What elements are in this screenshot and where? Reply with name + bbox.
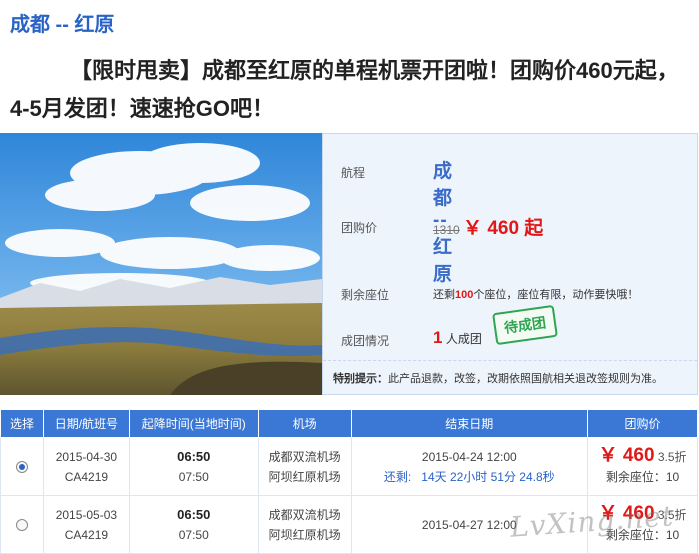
airport-cell: 成都双流机场 阿坝红原机场 (257, 437, 352, 496)
group-status: 1 人成团 (433, 328, 482, 348)
arrive-time: 07:50 (178, 527, 209, 542)
group-count: 1 (433, 328, 443, 347)
flight-number: CA4219 (64, 527, 109, 542)
countdown-label: 还剩: (383, 469, 412, 484)
group-suffix: 人成团 (445, 332, 482, 346)
route-row: 航程 成都 -- 红原 (341, 161, 452, 285)
route-label: 航程 (341, 166, 366, 180)
select-cell[interactable] (0, 495, 44, 554)
pending-group-stamp: 待成团 (492, 304, 558, 346)
date-flight-cell: 2015-04-30 CA4219 (42, 437, 130, 496)
col-airport: 机场 (257, 409, 352, 438)
countdown-value: 14天 22小时 51分 24.8秒 (421, 469, 555, 484)
flight-date: 2015-05-03 (55, 507, 118, 522)
destination-airport: 阿坝红原机场 (268, 469, 341, 484)
page-title: 成都 -- 红原 (10, 14, 115, 36)
col-select: 选择 (0, 409, 44, 438)
table-header-row: 选择 日期/航班号 起降时间(当地时间) 机场 结束日期 团购价 (0, 409, 698, 438)
promo-headline: 【限时甩卖】成都至红原的单程机票开团啦！团购价460元起，4-5月发团！速速抢G… (10, 58, 679, 121)
group-row: 成团情况 1 人成团 (341, 328, 482, 349)
flight-number: CA4219 (64, 469, 109, 484)
col-end-date: 结束日期 (350, 409, 589, 438)
destination-airport: 阿坝红原机场 (268, 527, 341, 542)
end-date-cell: 2015-04-24 12:00 还剩: 14天 22小时 51分 24.8秒 (350, 437, 589, 496)
row-discount: 3.5折 (657, 450, 687, 464)
countdown: 还剩: 14天 22小时 51分 24.8秒 (352, 467, 588, 487)
origin-airport: 成都双流机场 (268, 507, 341, 522)
seats-suffix: 个座位，座位有限，动作要快哦！ (473, 289, 639, 301)
col-price: 团购价 (587, 409, 698, 438)
landscape-photo (0, 133, 322, 395)
group-label: 成团情况 (341, 334, 390, 348)
seats-row: 剩余座位 还剩100个座位，座位有限，动作要快哦！ (341, 286, 638, 303)
special-note: 特别提示：此产品退款，改签，改期依照国航相关退改签规则为准。 (323, 360, 697, 386)
times-cell: 06:50 07:50 (128, 437, 259, 496)
seats-prefix: 还剩 (433, 289, 455, 301)
arrive-time: 07:50 (178, 469, 209, 484)
end-date: 2015-04-24 12:00 (421, 449, 517, 464)
note-label: 特别提示： (333, 373, 388, 385)
select-cell[interactable] (0, 437, 44, 496)
depart-time: 06:50 (177, 506, 211, 522)
depart-time: 06:50 (177, 448, 211, 464)
note-text: 此产品退款，改签，改期依照国航相关退改签规则为准。 (388, 373, 663, 385)
flight-radio-1[interactable] (15, 461, 28, 474)
group-price: ￥ 460 起 (463, 218, 544, 239)
row-remaining-seats: 剩余座位：10 (605, 470, 680, 484)
times-cell: 06:50 07:50 (128, 495, 259, 554)
price-label: 团购价 (341, 221, 378, 235)
original-price: 1310 (433, 223, 460, 237)
seats-count: 100 (455, 289, 474, 301)
seats-label: 剩余座位 (341, 288, 390, 302)
flight-radio-2[interactable] (15, 519, 28, 532)
table-row[interactable]: 2015-04-30 CA4219 06:50 07:50 成都双流机场 阿坝红… (0, 437, 698, 496)
airport-cell: 成都双流机场 阿坝红原机场 (257, 495, 352, 554)
row-price: ￥ 460 (598, 445, 655, 466)
deal-info-panel: 航程 成都 -- 红原 团购价 1310 ￥ 460 起 剩余座位 还剩100个… (322, 133, 698, 395)
seats-text: 还剩100个座位，座位有限，动作要快哦！ (433, 286, 638, 302)
origin-airport: 成都双流机场 (268, 449, 341, 464)
col-date-flight: 日期/航班号 (42, 409, 130, 438)
price-cell: ￥ 460 3.5折 剩余座位：10 (587, 437, 698, 496)
flight-date: 2015-04-30 (55, 449, 118, 464)
date-flight-cell: 2015-05-03 CA4219 (42, 495, 130, 554)
col-times: 起降时间(当地时间) (128, 409, 259, 438)
price-values: 1310 ￥ 460 起 (433, 213, 543, 240)
price-row: 团购价 1310 ￥ 460 起 (341, 218, 543, 239)
